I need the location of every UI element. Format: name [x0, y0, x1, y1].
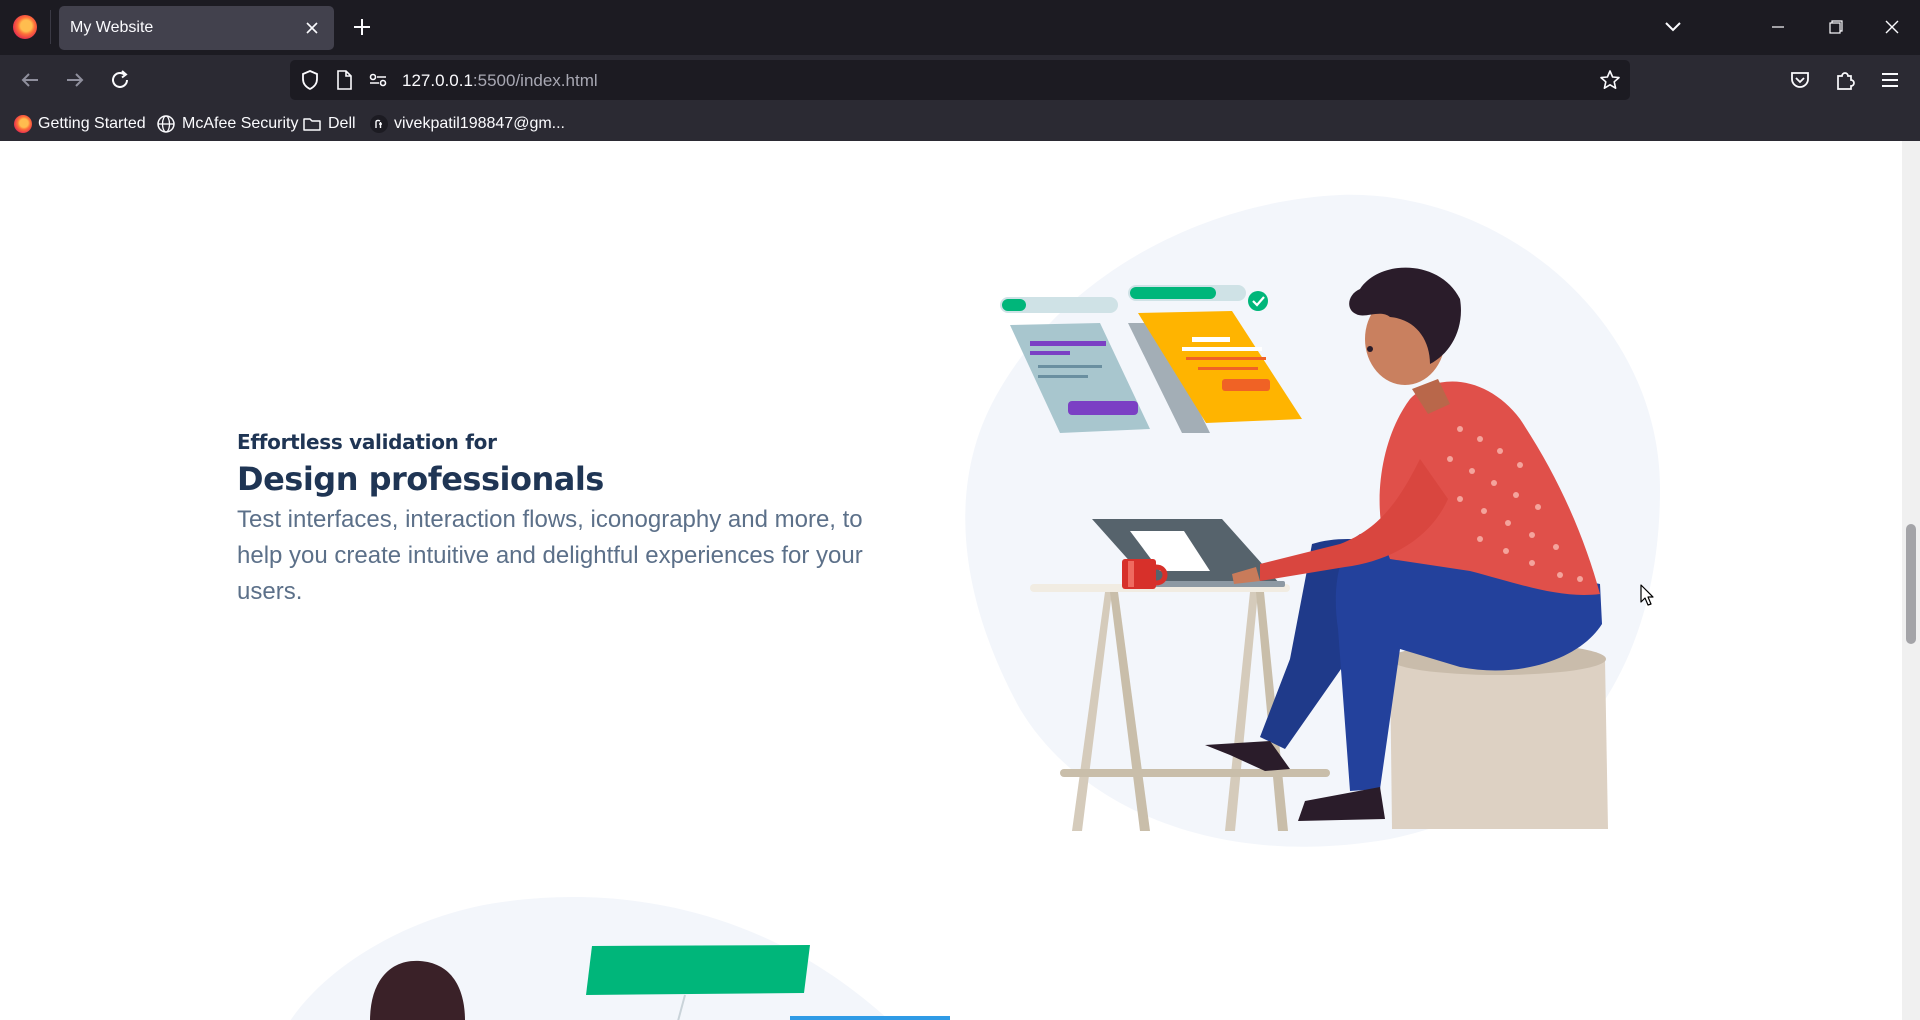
bookmark-getting-started[interactable]: Getting Started [14, 113, 146, 135]
section-kicker: Effortless validation for [237, 430, 497, 454]
bookmark-label: Getting Started [38, 115, 146, 132]
extensions-icon[interactable] [1830, 65, 1860, 95]
firefox-icon [14, 115, 32, 133]
url-bar[interactable]: 127.0.0.1:5500/index.html [290, 60, 1630, 100]
tab-my-website[interactable]: My Website [59, 6, 334, 50]
minimize-icon[interactable] [1758, 12, 1798, 42]
shield-icon[interactable] [299, 69, 321, 91]
mouse-cursor-icon [1640, 584, 1654, 606]
firefox-icon[interactable] [13, 15, 37, 39]
stool [1390, 643, 1608, 829]
close-icon[interactable] [1872, 12, 1912, 42]
section-headline: Design professionals [237, 460, 604, 498]
bookmark-folder-dell[interactable]: Dell [302, 113, 356, 135]
back-arrow-icon[interactable] [15, 65, 45, 95]
second-illustration-partial [290, 897, 950, 1020]
star-icon[interactable] [1599, 69, 1621, 91]
site-favicon-icon [370, 115, 388, 133]
navigation-toolbar: 127.0.0.1:5500/index.html [0, 55, 1920, 105]
reload-icon[interactable] [105, 65, 135, 95]
bookmark-label: Dell [328, 115, 356, 132]
folder-icon [302, 114, 322, 134]
chevron-down-icon[interactable] [1658, 14, 1688, 40]
browser-window: My Website 127.0.0.1:5500/index.html Get… [0, 0, 1920, 1020]
url-text[interactable]: 127.0.0.1:5500/index.html [402, 71, 598, 91]
forward-arrow-icon[interactable] [60, 65, 90, 95]
page-scrollbar[interactable] [1902, 141, 1920, 1020]
bookmarks-toolbar: Getting Started McAfee Security Dell viv… [0, 105, 1920, 141]
green-card [586, 945, 810, 995]
bookmark-label: vivekpatil198847@gm... [394, 115, 565, 132]
restore-icon[interactable] [1815, 12, 1855, 42]
tab-divider [50, 10, 51, 44]
tab-strip: My Website [0, 0, 1920, 55]
feature-text-block: Effortless validation for Design profess… [237, 430, 897, 610]
tab-title: My Website [70, 19, 154, 36]
plus-icon[interactable] [347, 12, 377, 42]
bookmark-mcafee-security[interactable]: McAfee Security [156, 113, 298, 135]
url-path: :5500/index.html [472, 71, 598, 90]
page-icon[interactable] [333, 69, 355, 91]
bookmark-label: McAfee Security [182, 115, 299, 132]
permissions-icon[interactable] [367, 69, 389, 91]
bookmark-account[interactable]: vivekpatil198847@gm... [370, 113, 565, 135]
url-host: 127.0.0.1 [402, 71, 473, 90]
menu-icon[interactable] [1875, 65, 1905, 95]
pocket-icon[interactable] [1785, 65, 1815, 95]
globe-icon [156, 114, 176, 134]
section-description: Test interfaces, interaction flows, icon… [237, 506, 863, 605]
page-content: Effortless validation for Design profess… [0, 141, 1902, 1020]
scrollbar-thumb[interactable] [1906, 524, 1916, 644]
designer-at-desk-illustration [965, 194, 1660, 847]
close-icon[interactable] [300, 16, 324, 40]
